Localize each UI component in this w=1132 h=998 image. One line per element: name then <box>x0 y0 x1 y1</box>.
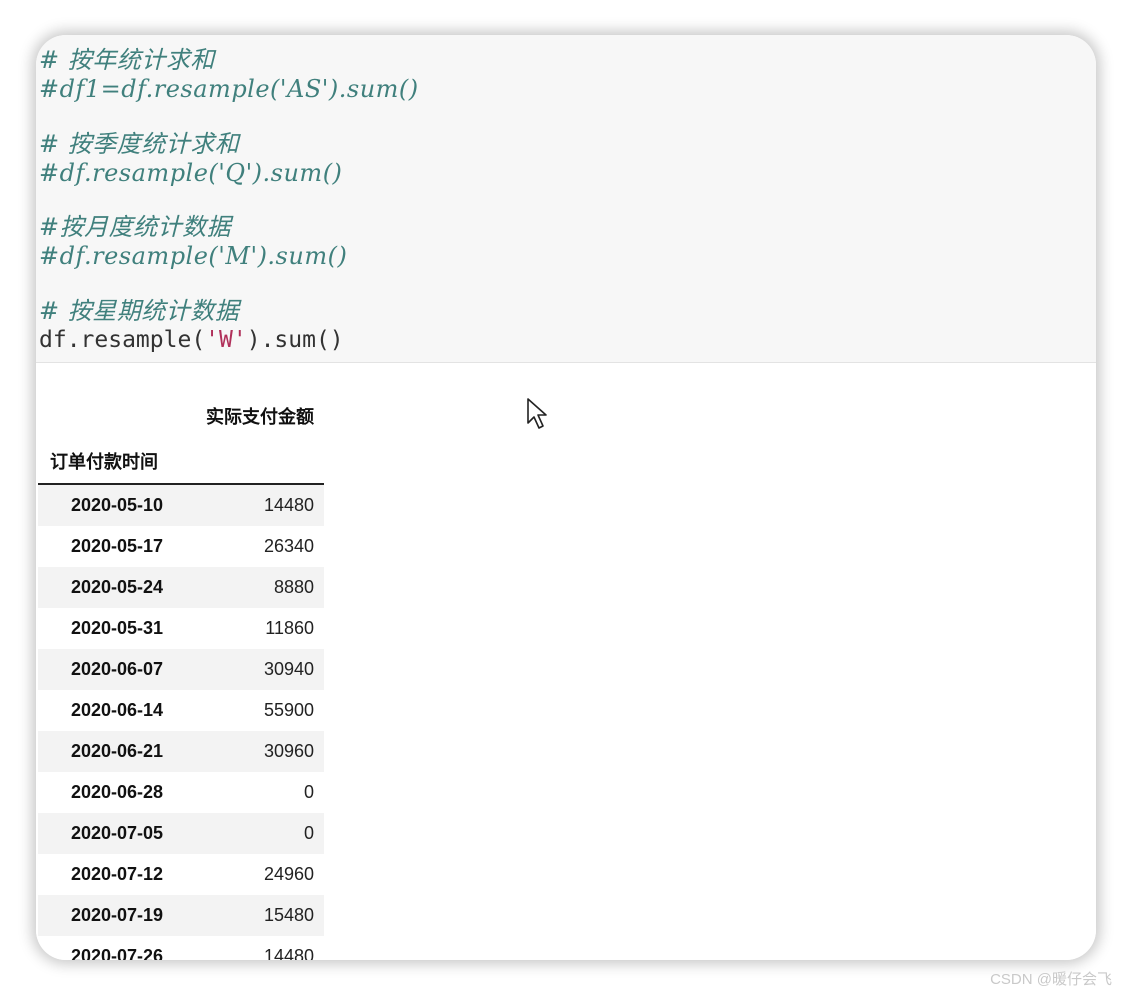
column-header: 实际支付金额 <box>206 406 314 427</box>
row-index: 2020-07-05 <box>38 813 196 854</box>
header-blank <box>196 438 324 485</box>
row-index: 2020-06-21 <box>38 731 196 772</box>
code-comment-line: # 按星期统计数据 <box>39 297 240 325</box>
row-index: 2020-07-26 <box>70 946 164 960</box>
column-header-row: 实际支付金额 <box>38 393 324 438</box>
row-index: 2020-06-28 <box>70 782 164 802</box>
code-comment-line: #按月度统计数据 <box>39 213 232 241</box>
dataframe-table: 实际支付金额 订单付款时间 2020-05-10 14480 2020-05-17… <box>38 393 324 960</box>
table-row: 2020-07-26 14480 <box>38 936 324 960</box>
code-cell-input[interactable]: # 按年统计求和 #df1=df.resample('AS').sum() # … <box>36 35 1096 363</box>
table-row: 2020-06-21 30960 <box>38 731 324 772</box>
row-value: 11860 <box>265 618 314 638</box>
notebook-frame: # 按年统计求和 #df1=df.resample('AS').sum() # … <box>36 35 1096 960</box>
code-comment-line: # 按年统计求和 <box>39 46 215 74</box>
row-index: 2020-05-31 <box>70 618 164 638</box>
code-comment-line: #df1=df.resample('AS').sum() <box>39 75 419 103</box>
code-call: df.resample( <box>39 327 206 353</box>
row-index: 2020-07-12 <box>70 864 164 884</box>
row-value: 26340 <box>263 536 314 556</box>
row-index: 2020-06-14 <box>70 700 164 720</box>
row-value: 15480 <box>196 895 324 936</box>
row-value: 14480 <box>263 946 314 960</box>
code-string-literal: 'W' <box>205 327 247 353</box>
row-value: 0 <box>196 813 324 854</box>
row-index: 2020-05-17 <box>70 536 164 556</box>
table-row: 2020-06-28 0 <box>38 772 324 813</box>
mouse-pointer-icon <box>527 398 547 429</box>
row-value: 14480 <box>196 484 324 526</box>
code-call-tail: ).sum() <box>246 327 344 353</box>
table-row: 2020-07-19 15480 <box>38 895 324 936</box>
code-comment-line: #df.resample('M').sum() <box>39 242 348 270</box>
index-name-row: 订单付款时间 <box>38 438 324 485</box>
table-row: 2020-07-05 0 <box>38 813 324 854</box>
row-index: 2020-05-10 <box>38 484 196 526</box>
table-row: 2020-07-12 24960 <box>38 854 324 895</box>
table-row: 2020-06-14 55900 <box>38 690 324 731</box>
row-value: 30960 <box>196 731 324 772</box>
row-index: 2020-07-19 <box>38 895 196 936</box>
watermark-text: CSDN @暖仔会飞 <box>990 971 1112 988</box>
row-value: 55900 <box>263 700 314 720</box>
code-comment-line: #df.resample('Q').sum() <box>39 159 343 187</box>
row-value: 24960 <box>263 864 314 884</box>
row-value: 30940 <box>196 649 324 690</box>
row-value: 8880 <box>196 567 324 608</box>
code-comment-line: # 按季度统计求和 <box>39 130 240 158</box>
row-index: 2020-06-07 <box>38 649 196 690</box>
table-row: 2020-05-17 26340 <box>38 526 324 567</box>
table-row: 2020-06-07 30940 <box>38 649 324 690</box>
index-name: 订单付款时间 <box>38 438 196 485</box>
table-row: 2020-05-24 8880 <box>38 567 324 608</box>
row-value: 0 <box>303 782 314 802</box>
code-statement-line: df.resample('W').sum() <box>39 327 344 353</box>
table-row: 2020-05-31 11860 <box>38 608 324 649</box>
header-blank <box>38 393 196 438</box>
cell-output: 实际支付金额 订单付款时间 2020-05-10 14480 2020-05-17… <box>36 363 1096 960</box>
table-row: 2020-05-10 14480 <box>38 484 324 526</box>
row-index: 2020-05-24 <box>38 567 196 608</box>
